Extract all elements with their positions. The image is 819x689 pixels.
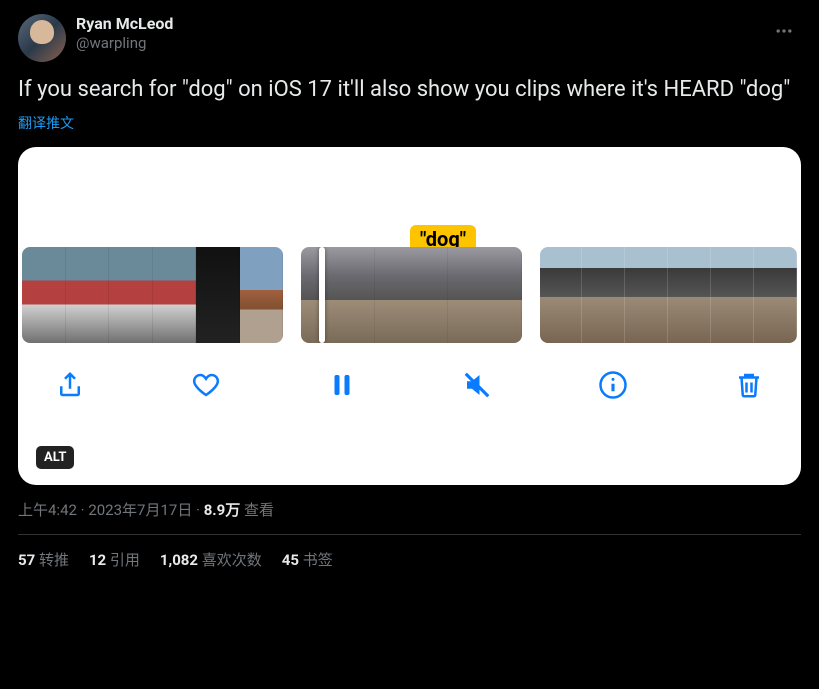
pause-icon[interactable] (322, 365, 362, 405)
quotes-stat[interactable]: 12 引用 (89, 549, 140, 570)
avatar[interactable] (18, 14, 66, 62)
divider (18, 534, 801, 535)
sep: · (192, 501, 203, 519)
time: 上午4:42 (18, 501, 77, 519)
video-frame (625, 247, 668, 343)
media-toolbar (18, 343, 801, 405)
retweets-stat[interactable]: 57 转推 (18, 549, 69, 570)
video-frame (22, 247, 66, 343)
video-frame (668, 247, 711, 343)
video-frame (540, 247, 583, 343)
date: 2023年7月17日 (88, 501, 192, 519)
trash-icon[interactable] (729, 365, 769, 405)
sep: · (77, 501, 88, 519)
video-frame (66, 247, 110, 343)
video-frame (711, 247, 754, 343)
clip-group-1[interactable] (22, 247, 283, 343)
author-names[interactable]: Ryan McLeod @warpling (76, 14, 173, 53)
tweet-header: Ryan McLeod @warpling (18, 14, 801, 62)
bookmarks-stat[interactable]: 45 书签 (282, 549, 333, 570)
display-name: Ryan McLeod (76, 14, 173, 34)
more-button[interactable] (767, 14, 801, 48)
video-frame (375, 247, 448, 343)
alt-badge[interactable]: ALT (36, 446, 74, 469)
video-frame (754, 247, 797, 343)
clip-group-2[interactable] (301, 247, 521, 343)
video-frame (448, 247, 521, 343)
tweet-meta[interactable]: 上午4:42 · 2023年7月17日 · 8.9万 查看 (18, 499, 801, 520)
video-frame (109, 247, 153, 343)
handle: @warpling (76, 34, 173, 53)
clip-group-3[interactable] (540, 247, 797, 343)
info-icon[interactable] (593, 365, 633, 405)
playhead[interactable] (319, 247, 325, 343)
video-frame (153, 247, 197, 343)
mute-icon[interactable] (457, 365, 497, 405)
views-count: 8.9万 (204, 501, 241, 519)
tweet-stats: 57 转推 12 引用 1,082 喜欢次数 45 书签 (18, 549, 801, 570)
media-card[interactable]: "dog" (18, 147, 801, 485)
views-label: 查看 (240, 501, 274, 519)
filmstrip (18, 247, 801, 343)
likes-stat[interactable]: 1,082 喜欢次数 (160, 549, 262, 570)
video-frame (240, 247, 284, 343)
video-frame (196, 247, 240, 343)
translate-link[interactable]: 翻译推文 (18, 113, 801, 133)
video-frame (582, 247, 625, 343)
tweet-text: If you search for "dog" on iOS 17 it'll … (18, 76, 801, 105)
video-frame (301, 247, 374, 343)
heart-icon[interactable] (186, 365, 226, 405)
share-icon[interactable] (50, 365, 90, 405)
